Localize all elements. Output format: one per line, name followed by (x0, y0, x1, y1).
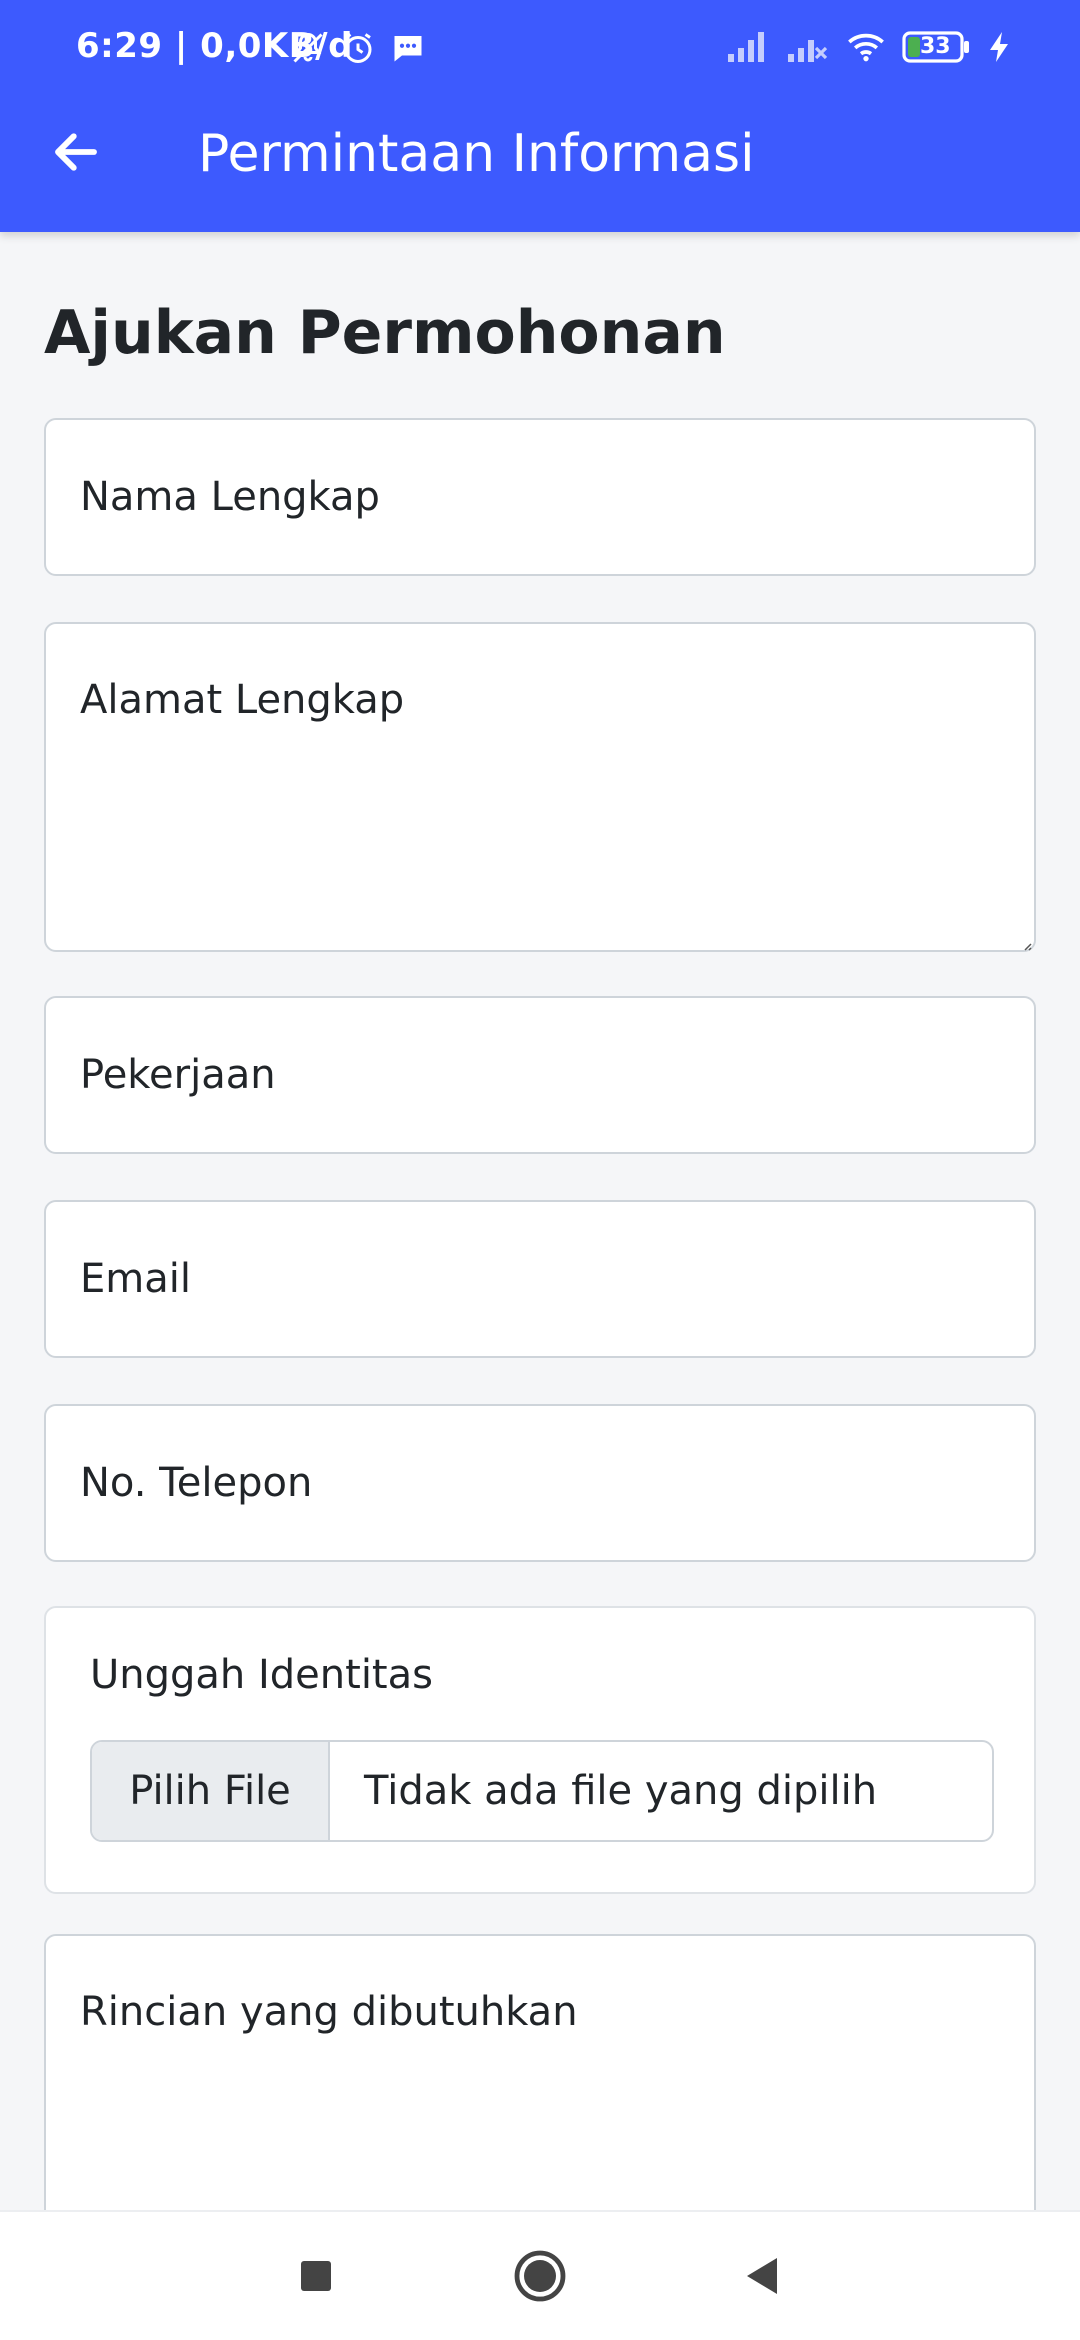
home-button[interactable] (510, 2248, 570, 2308)
wifi-icon (846, 30, 886, 69)
back-icon (743, 2256, 781, 2301)
signal-icon (726, 30, 770, 69)
recent-apps-button[interactable] (286, 2248, 346, 2308)
status-icons-left (290, 30, 426, 71)
alamat-wrapper (44, 622, 1036, 952)
app-bar-title: Permintaan Informasi (198, 124, 755, 184)
page-title: Ajukan Permohonan (44, 298, 726, 368)
pekerjaan-input[interactable] (44, 996, 1036, 1154)
rincian-textarea[interactable] (44, 1934, 1036, 2210)
alamat-lengkap-textarea[interactable] (44, 622, 1036, 952)
status-bar: 6:29 | 0,0KB/d 33 (0, 0, 1080, 100)
system-nav-bar (0, 2210, 1080, 2340)
arrow-left-icon (49, 125, 103, 184)
message-icon (390, 30, 426, 71)
charging-icon (988, 30, 1010, 69)
system-back-button[interactable] (732, 2248, 792, 2308)
nama-lengkap-input[interactable] (44, 418, 1036, 576)
file-input[interactable]: Pilih File Tidak ada file yang dipilih (90, 1740, 994, 1842)
app-header: 6:29 | 0,0KB/d 33 Permintaan Informasi (0, 0, 1080, 232)
upload-identitas-card: Unggah Identitas Pilih File Tidak ada fi… (44, 1606, 1036, 1894)
battery-icon: 33 (902, 30, 972, 69)
recent-apps-icon (299, 2259, 333, 2298)
battery-level: 33 (920, 34, 951, 59)
status-icons-right: 33 (726, 30, 1010, 69)
bell-off-icon (290, 30, 326, 71)
form-content[interactable]: Ajukan Permohonan Unggah Identitas Pilih… (0, 232, 1080, 2210)
file-status-text: Tidak ada file yang dipilih (364, 1768, 878, 1814)
back-button[interactable] (44, 122, 108, 186)
signal-off-icon (786, 30, 830, 69)
email-input[interactable] (44, 1200, 1036, 1358)
alarm-icon (340, 30, 376, 71)
telepon-input[interactable] (44, 1404, 1036, 1562)
home-icon (513, 2249, 567, 2308)
choose-file-button[interactable]: Pilih File (92, 1742, 330, 1840)
resize-handle-icon[interactable] (1022, 938, 1032, 951)
upload-label: Unggah Identitas (90, 1652, 433, 1698)
